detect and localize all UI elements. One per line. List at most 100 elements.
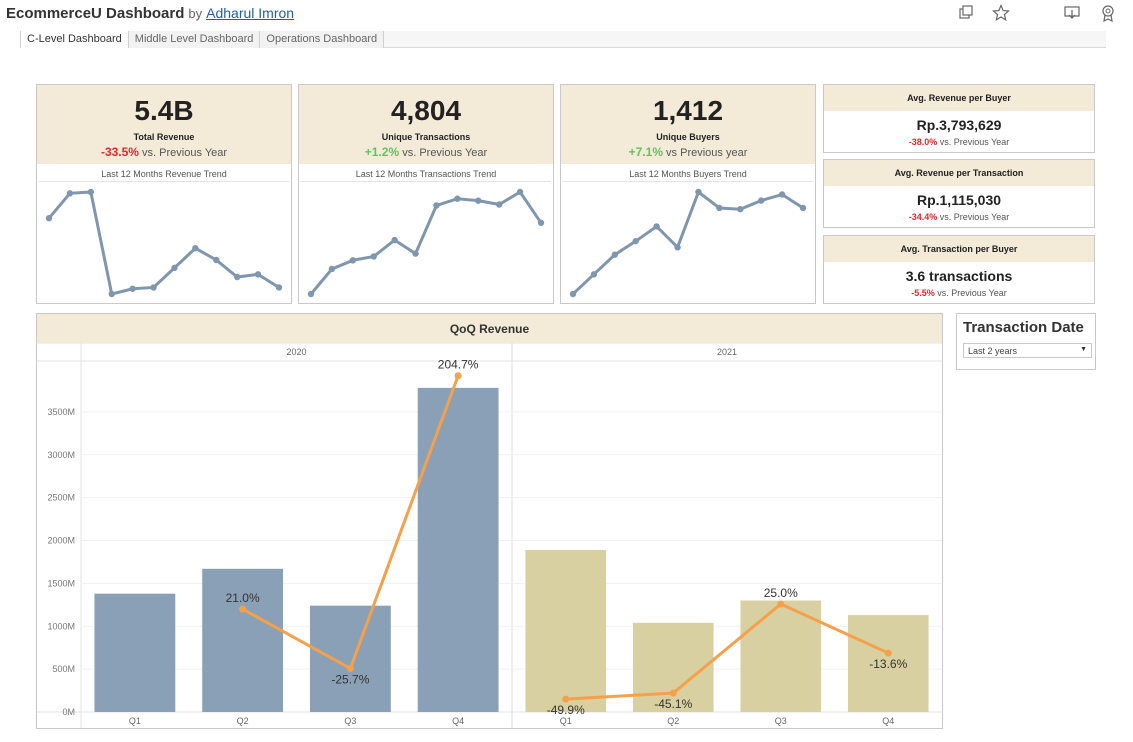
kpi-header: 5.4B Total Revenue -33.5% vs. Previous Y… xyxy=(37,85,291,164)
spark-point xyxy=(799,204,807,212)
spark-point xyxy=(171,264,178,272)
spark-point xyxy=(454,195,461,202)
spark-point xyxy=(370,253,377,260)
growth-point xyxy=(346,664,354,672)
small-kpi-change-text: vs. Previous Year xyxy=(937,288,1007,298)
spark-title: Last 12 Months Revenue Trend xyxy=(101,169,227,179)
y-tick-label: 2000M xyxy=(47,536,75,546)
spark-line xyxy=(47,190,280,296)
y-tick-label: 1500M xyxy=(47,578,75,588)
kpi-card-revenue: 5.4B Total Revenue -33.5% vs. Previous Y… xyxy=(36,84,292,304)
kpi-change-text: vs Previous year xyxy=(666,147,748,159)
small-kpi-value: 3.6 transactions xyxy=(905,268,1013,284)
spark-point xyxy=(653,223,660,230)
small-kpi-value: Rp.1,115,030 xyxy=(916,192,1002,208)
author-link[interactable]: Adharul Imron xyxy=(206,5,294,21)
x-tick-label: Q3 xyxy=(344,716,356,726)
spark-point xyxy=(516,188,524,196)
transaction-date-filter: Transaction Date Last 2 years ▼ xyxy=(956,313,1096,370)
spark-point xyxy=(66,190,74,197)
kpi-value: 4,804 xyxy=(390,95,462,126)
kpi-header: 4,804 Unique Transactions +1.2% vs. Prev… xyxy=(299,85,553,164)
growth-point xyxy=(669,689,677,697)
kpi-change: -33.5% vs. Previous Year xyxy=(37,145,291,159)
sparkline-transactions xyxy=(301,181,551,298)
spark-title: Last 12 Months Transactions Trend xyxy=(355,169,497,179)
tab-middle-level[interactable]: Middle Level Dashboard xyxy=(128,31,261,48)
spark-point xyxy=(391,236,398,244)
spark-point xyxy=(632,237,639,245)
spark-point xyxy=(433,202,440,209)
bar-2020-q3[interactable] xyxy=(309,605,391,712)
spark-point xyxy=(590,271,598,278)
kpi-change-pct: +1.2% xyxy=(364,145,400,159)
by-text: by xyxy=(188,6,203,21)
small-kpi-change-pct: -38.0% xyxy=(908,137,938,147)
bar-2021-q1[interactable] xyxy=(525,549,607,712)
star-icon[interactable] xyxy=(992,4,1010,22)
dashboard-tabs: C-Level Dashboard Middle Level Dashboard… xyxy=(20,31,1106,48)
kpi-header: 1,412 Unique Buyers +7.1% vs Previous ye… xyxy=(561,85,815,164)
sparkline-buyers xyxy=(563,181,813,298)
top-bar: EcommerceU Dashboard by Adharul Imron xyxy=(0,0,1133,30)
dashboard-title: EcommerceU Dashboard by Adharul Imron xyxy=(6,5,294,22)
growth-label: -25.7% xyxy=(331,672,369,686)
selected-value: Last 2 years xyxy=(968,346,1018,356)
growth-label: 204.7% xyxy=(438,358,479,372)
growth-label: 25.0% xyxy=(764,586,798,600)
growth-point xyxy=(562,695,570,703)
y-tick-label: 3000M xyxy=(47,450,75,460)
spark-point xyxy=(778,191,786,198)
tab-operations[interactable]: Operations Dashboard xyxy=(260,31,385,48)
spark-point xyxy=(569,290,577,298)
spark-point xyxy=(213,256,220,264)
bar-2020-q1[interactable] xyxy=(94,593,176,712)
small-kpi-transaction-per-buyer: Avg. Transaction per Buyer 3.6 transacti… xyxy=(823,235,1095,304)
spark-point xyxy=(349,257,357,264)
tab-c-level[interactable]: C-Level Dashboard xyxy=(20,31,129,48)
x-tick-label: Q3 xyxy=(775,716,787,726)
badge-icon[interactable] xyxy=(1099,4,1117,22)
spark-point xyxy=(150,284,157,291)
x-tick-label: Q4 xyxy=(452,716,464,726)
spark-point xyxy=(674,244,681,251)
spark-point xyxy=(328,265,336,273)
copy-icon[interactable] xyxy=(957,4,975,22)
x-tick-label: Q4 xyxy=(882,716,894,726)
spark-point xyxy=(275,284,283,291)
small-kpi-change-pct: -5.5% xyxy=(911,288,935,298)
spark-point xyxy=(611,251,619,258)
x-tick-label: Q1 xyxy=(129,716,141,726)
kpi-label: Total Revenue xyxy=(133,132,195,142)
spark-line xyxy=(571,189,804,296)
x-tick-label: Q2 xyxy=(237,716,249,726)
spark-point xyxy=(108,290,115,298)
spark-point xyxy=(87,188,95,196)
kpi-card-buyers: 1,412 Unique Buyers +7.1% vs Previous ye… xyxy=(560,84,816,304)
small-kpi-change: -34.4% vs. Previous Year xyxy=(824,212,1094,222)
y-tick-label: 2500M xyxy=(47,493,75,503)
panel-label: 2020 xyxy=(286,347,306,357)
kpi-label: Unique Buyers xyxy=(656,132,720,142)
small-kpi-title: Avg. Revenue per Buyer xyxy=(824,85,1094,111)
bar-2020-q4[interactable] xyxy=(417,387,499,712)
spark-point xyxy=(254,271,262,278)
spark-point xyxy=(307,290,315,298)
qoq-chart-svg: 0M 500M 1000M 1500M 2000M 2500M 3000M 3500M 2020… xyxy=(37,343,942,728)
kpi-value: 5.4B xyxy=(134,95,194,126)
growth-label: -49.9% xyxy=(547,703,585,717)
growth-label: 21.0% xyxy=(226,591,260,605)
spark-point xyxy=(537,219,545,226)
small-kpi-revenue-per-buyer: Avg. Revenue per Buyer Rp.3,793,629 -38.… xyxy=(823,84,1095,153)
download-icon[interactable] xyxy=(1063,4,1081,22)
kpi-card-transactions: 4,804 Unique Transactions +1.2% vs. Prev… xyxy=(298,84,554,304)
small-kpi-change-text: vs. Previous Year xyxy=(939,137,1010,147)
date-range-select[interactable]: Last 2 years ▼ xyxy=(963,343,1092,358)
spark-point xyxy=(192,245,199,252)
spark-point xyxy=(716,204,723,212)
small-kpi-change: -38.0% vs. Previous Year xyxy=(824,137,1094,147)
title-text: EcommerceU Dashboard xyxy=(6,5,185,22)
y-tick-label: 3500M xyxy=(47,407,75,417)
y-tick-label: 0M xyxy=(62,707,75,717)
panel-label: 2021 xyxy=(717,347,737,357)
